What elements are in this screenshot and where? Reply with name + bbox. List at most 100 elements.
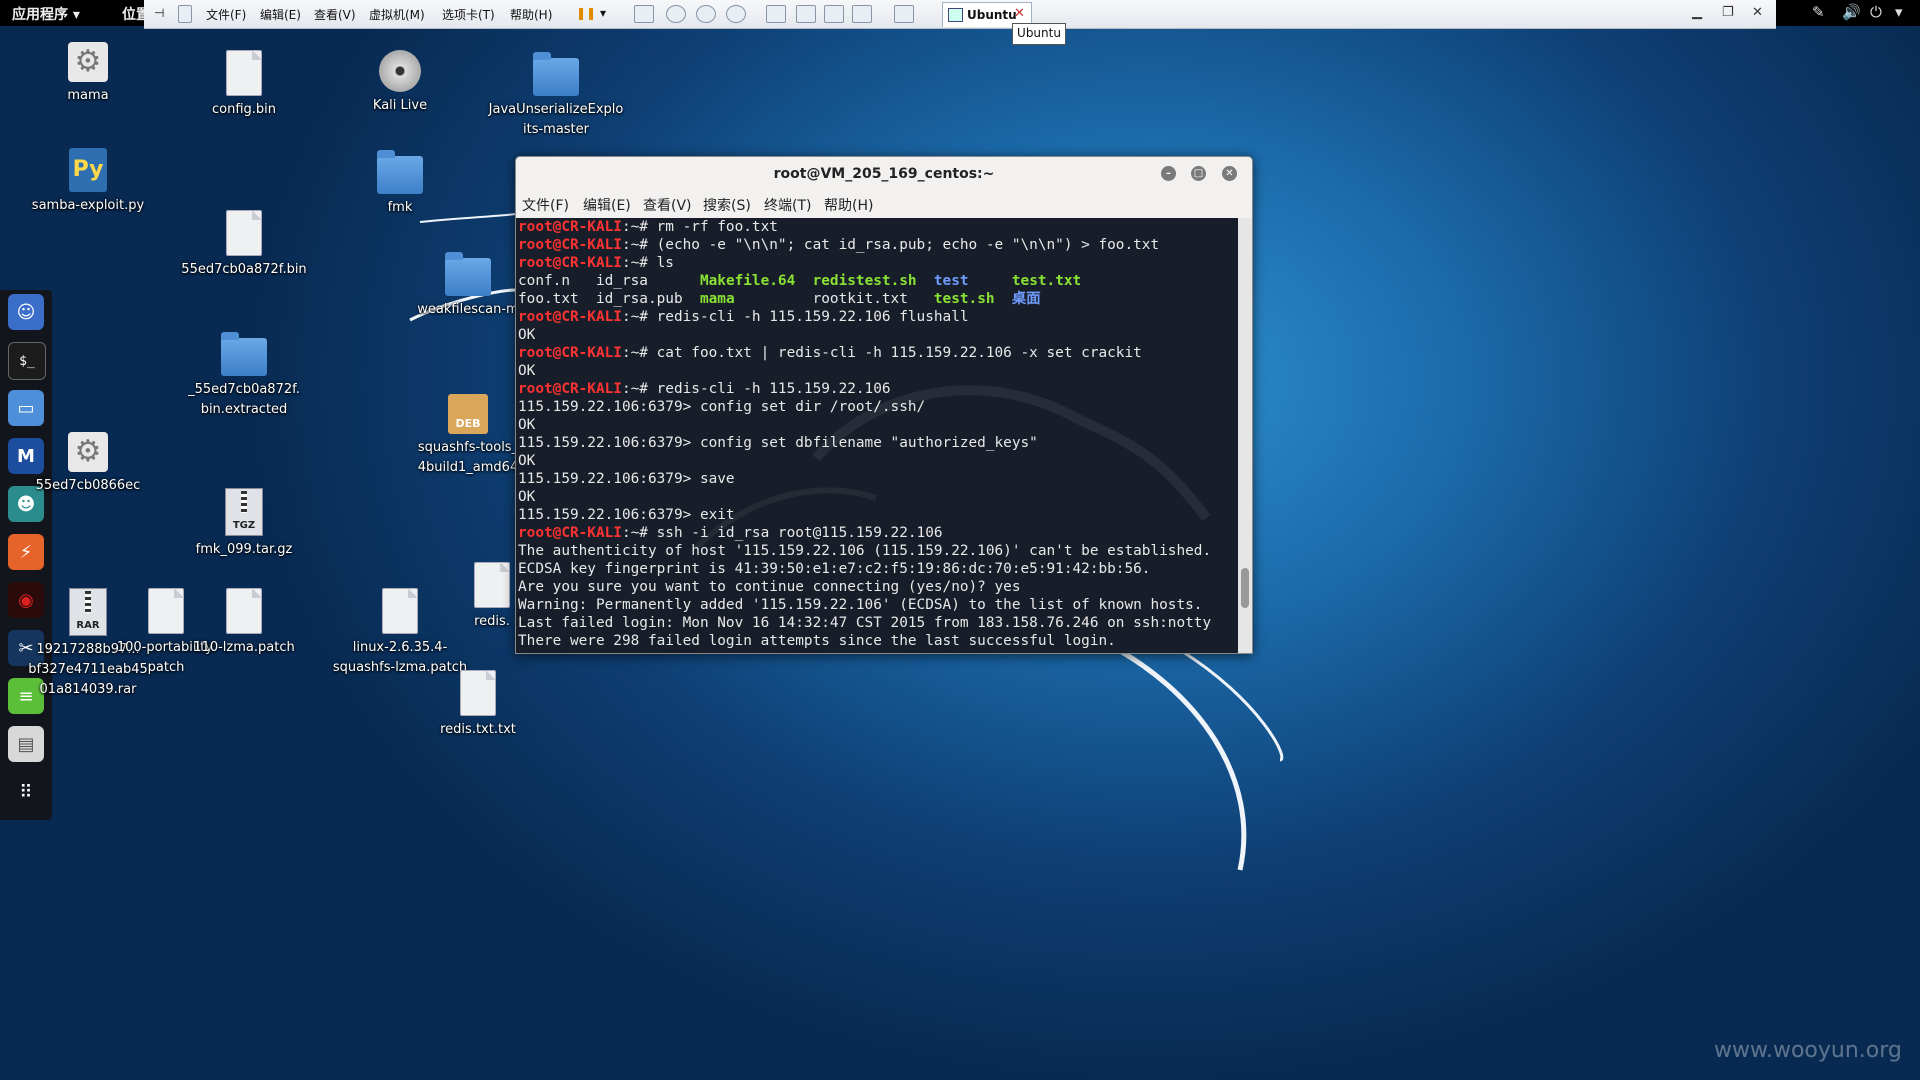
chevron-down-icon[interactable]: ▾ bbox=[1895, 3, 1903, 21]
desktop-icon-fmk-tgz[interactable]: TGZ fmk_099.tar.gz bbox=[169, 488, 319, 560]
terminal-menu-help[interactable]: 帮助(H) bbox=[824, 195, 873, 215]
terminal-line: 115.159.22.106:6379> config set dbfilena… bbox=[518, 435, 1038, 451]
disc-icon bbox=[379, 50, 421, 92]
terminal-line: root@CR-KALI:~# ssh -i id_rsa root@115.1… bbox=[518, 525, 943, 541]
folder-icon bbox=[445, 252, 491, 296]
desktop-icon-label: fmk_099.tar.gz bbox=[195, 542, 293, 557]
terminal-line: root@CR-KALI:~# (echo -e "\n\n"; cat id_… bbox=[518, 237, 1160, 253]
terminal-menu-search[interactable]: 搜索(S) bbox=[703, 195, 751, 215]
snapshot-manager-icon[interactable] bbox=[726, 5, 746, 23]
revert-snapshot-icon[interactable] bbox=[696, 5, 716, 23]
vm-menu-help[interactable]: 帮助(H) bbox=[510, 6, 552, 23]
close-icon[interactable]: ✕ bbox=[1222, 166, 1237, 181]
folder-icon bbox=[533, 52, 579, 96]
burpsuite-icon: ⚡ bbox=[19, 541, 33, 563]
terminal-line: root@CR-KALI:~# redis-cli -h 115.159.22.… bbox=[518, 381, 891, 397]
console-view-icon[interactable] bbox=[894, 5, 914, 23]
desktop-icon-fmk[interactable]: fmk bbox=[325, 148, 475, 218]
pause-icon[interactable]: ❚❚ bbox=[576, 6, 596, 20]
desktop-icon-linux-patch[interactable]: linux-2.6.35.4- squashfs-lzma.patch bbox=[325, 588, 475, 678]
volume-icon[interactable]: 🔊 bbox=[1842, 3, 1861, 21]
vm-tab-label: Ubuntu bbox=[967, 8, 1017, 22]
restore-icon[interactable]: ❐ bbox=[1722, 5, 1734, 20]
pen-icon[interactable]: ✎ bbox=[1812, 3, 1825, 21]
desktop-icon-label: fmk bbox=[387, 200, 413, 215]
desktop-icon-55ed-bin[interactable]: 55ed7cb0a872f.bin bbox=[169, 210, 319, 280]
dock-show-apps[interactable]: ⠿ bbox=[8, 774, 44, 810]
terminal-menu-file[interactable]: 文件(F) bbox=[522, 195, 569, 215]
binary-file-icon bbox=[226, 210, 262, 256]
vm-menu-edit[interactable]: 编辑(E) bbox=[260, 6, 301, 23]
scrollbar-thumb[interactable] bbox=[1241, 568, 1249, 608]
desktop-icon-weakfilescan[interactable]: weakfilescan-m bbox=[403, 250, 533, 320]
terminal-line: root@CR-KALI:~# rm -rf foo.txt bbox=[518, 219, 778, 235]
terminal-line: Last failed login: Mon Nov 16 14:32:47 C… bbox=[518, 615, 1212, 631]
terminal-menu-view[interactable]: 查看(V) bbox=[643, 195, 692, 215]
minimize-icon[interactable]: ▁ bbox=[1692, 5, 1702, 20]
desktop-icon-java-unserialize[interactable]: JavaUnserializeExplo its-master bbox=[481, 50, 631, 140]
desktop-icon-squashfs-deb[interactable]: DEB squashfs-tools_ 4build1_amd64 bbox=[403, 394, 533, 478]
terminal-line: conf.n id_rsa Makefile.64 redistest.sh t… bbox=[518, 273, 1082, 289]
gear-icon: ⚙ bbox=[68, 42, 108, 82]
applications-menu[interactable]: 应用程序 ▾ bbox=[12, 4, 80, 24]
terminal-output[interactable]: root@CR-KALI:~# rm -rf foo.txt root@CR-K… bbox=[516, 218, 1238, 653]
app-grid-icon: ⠿ bbox=[19, 781, 33, 803]
power-icon[interactable]: ⏻ bbox=[1870, 3, 1882, 21]
desktop-icon-label: redis.txt.txt bbox=[440, 722, 516, 737]
terminal-line: root@CR-KALI:~# ls bbox=[518, 255, 674, 271]
terminal-line: OK bbox=[518, 363, 536, 379]
terminal-titlebar[interactable]: root@VM_205_169_centos:~ – □ ✕ bbox=[516, 157, 1252, 191]
desktop-icon-redis-txt[interactable]: redis.txt.txt bbox=[403, 670, 553, 740]
terminal-line: foo.txt id_rsa.pub mama rootkit.txt test… bbox=[518, 291, 1041, 307]
dock-app-burpsuite[interactable]: ⚡ bbox=[8, 534, 44, 570]
dock-app-mascot[interactable]: ☺ bbox=[8, 294, 44, 330]
terminal-line: The authenticity of host '115.159.22.106… bbox=[518, 543, 1212, 559]
terminal-line: root@CR-KALI:~# cat foo.txt | redis-cli … bbox=[518, 345, 1142, 361]
thumbnail-bar-icon[interactable] bbox=[796, 5, 816, 23]
sidebar-toggle-icon[interactable] bbox=[766, 5, 786, 23]
terminal-line: Are you sure you want to continue connec… bbox=[518, 579, 1021, 595]
vm-menu-file[interactable]: 文件(F) bbox=[206, 6, 246, 23]
desktop-icon-55ed7cb0866ec[interactable]: ⚙ 55ed7cb0866ec bbox=[13, 432, 163, 496]
desktop-icon-samba-exploit[interactable]: Py samba-exploit.py bbox=[13, 148, 163, 216]
terminal-line: OK bbox=[518, 417, 536, 433]
dock-app-files[interactable]: ▭ bbox=[8, 390, 44, 426]
terminal-menu-terminal[interactable]: 终端(T) bbox=[764, 195, 811, 215]
armitage-icon: ☻ bbox=[16, 493, 36, 515]
desktop-icon-mama[interactable]: ⚙ mama bbox=[13, 42, 163, 106]
close-icon[interactable]: ✕ bbox=[1752, 5, 1763, 20]
send-keys-icon[interactable] bbox=[634, 5, 654, 23]
desktop-icon-kali-live[interactable]: Kali Live bbox=[325, 50, 475, 116]
terminal-scrollbar[interactable] bbox=[1238, 218, 1252, 653]
vm-menu-view[interactable]: 查看(V) bbox=[314, 6, 356, 23]
terminal-window[interactable]: root@VM_205_169_centos:~ – □ ✕ 文件(F) 编辑(… bbox=[515, 156, 1253, 654]
disk-icon: ▤ bbox=[17, 733, 35, 755]
desktop-icon-config-bin[interactable]: config.bin bbox=[169, 50, 319, 120]
fullscreen-icon[interactable] bbox=[824, 5, 844, 23]
snapshot-icon[interactable] bbox=[666, 5, 686, 23]
terminal-menu-edit[interactable]: 编辑(E) bbox=[583, 195, 631, 215]
desktop-icon-redis-partial[interactable]: redis. bbox=[462, 562, 522, 632]
terminal-line: Warning: Permanently added '115.159.22.1… bbox=[518, 597, 1203, 613]
desktop-icon-label: JavaUnserializeExplo its-master bbox=[488, 102, 624, 137]
watermark: www.wooyun.org bbox=[1714, 1038, 1902, 1063]
tab-tooltip: Ubuntu bbox=[1012, 23, 1066, 45]
unity-icon[interactable] bbox=[852, 5, 872, 23]
vm-menu-vm[interactable]: 虚拟机(M) bbox=[369, 6, 425, 23]
close-tab-icon[interactable]: ✕ bbox=[1014, 6, 1025, 21]
terminal-line: ECDSA key fingerprint is 41:39:50:e1:e7:… bbox=[518, 561, 1151, 577]
folder-icon: ▭ bbox=[17, 397, 35, 419]
dock-app-disk[interactable]: ▤ bbox=[8, 726, 44, 762]
desktop-icon-lzma-patch[interactable]: 110-lzma.patch bbox=[169, 588, 319, 658]
text-file-icon bbox=[382, 588, 418, 634]
desktop-icon-label: 55ed7cb0a872f.bin bbox=[181, 262, 307, 277]
maximize-icon[interactable]: □ bbox=[1191, 166, 1206, 181]
vm-menu-tabs[interactable]: 选项卡(T) bbox=[442, 6, 495, 23]
pin-icon[interactable]: ⊣ bbox=[154, 6, 164, 20]
dropdown-arrow-icon[interactable]: ▾ bbox=[600, 6, 606, 20]
dock-app-terminal[interactable]: $_ bbox=[8, 342, 46, 380]
minimize-icon[interactable]: – bbox=[1161, 166, 1176, 181]
desktop-icon-label: config.bin bbox=[211, 102, 277, 117]
deb-package-icon: DEB bbox=[448, 394, 488, 434]
desktop-icon-extracted[interactable]: _55ed7cb0a872f. bin.extracted bbox=[169, 330, 319, 420]
